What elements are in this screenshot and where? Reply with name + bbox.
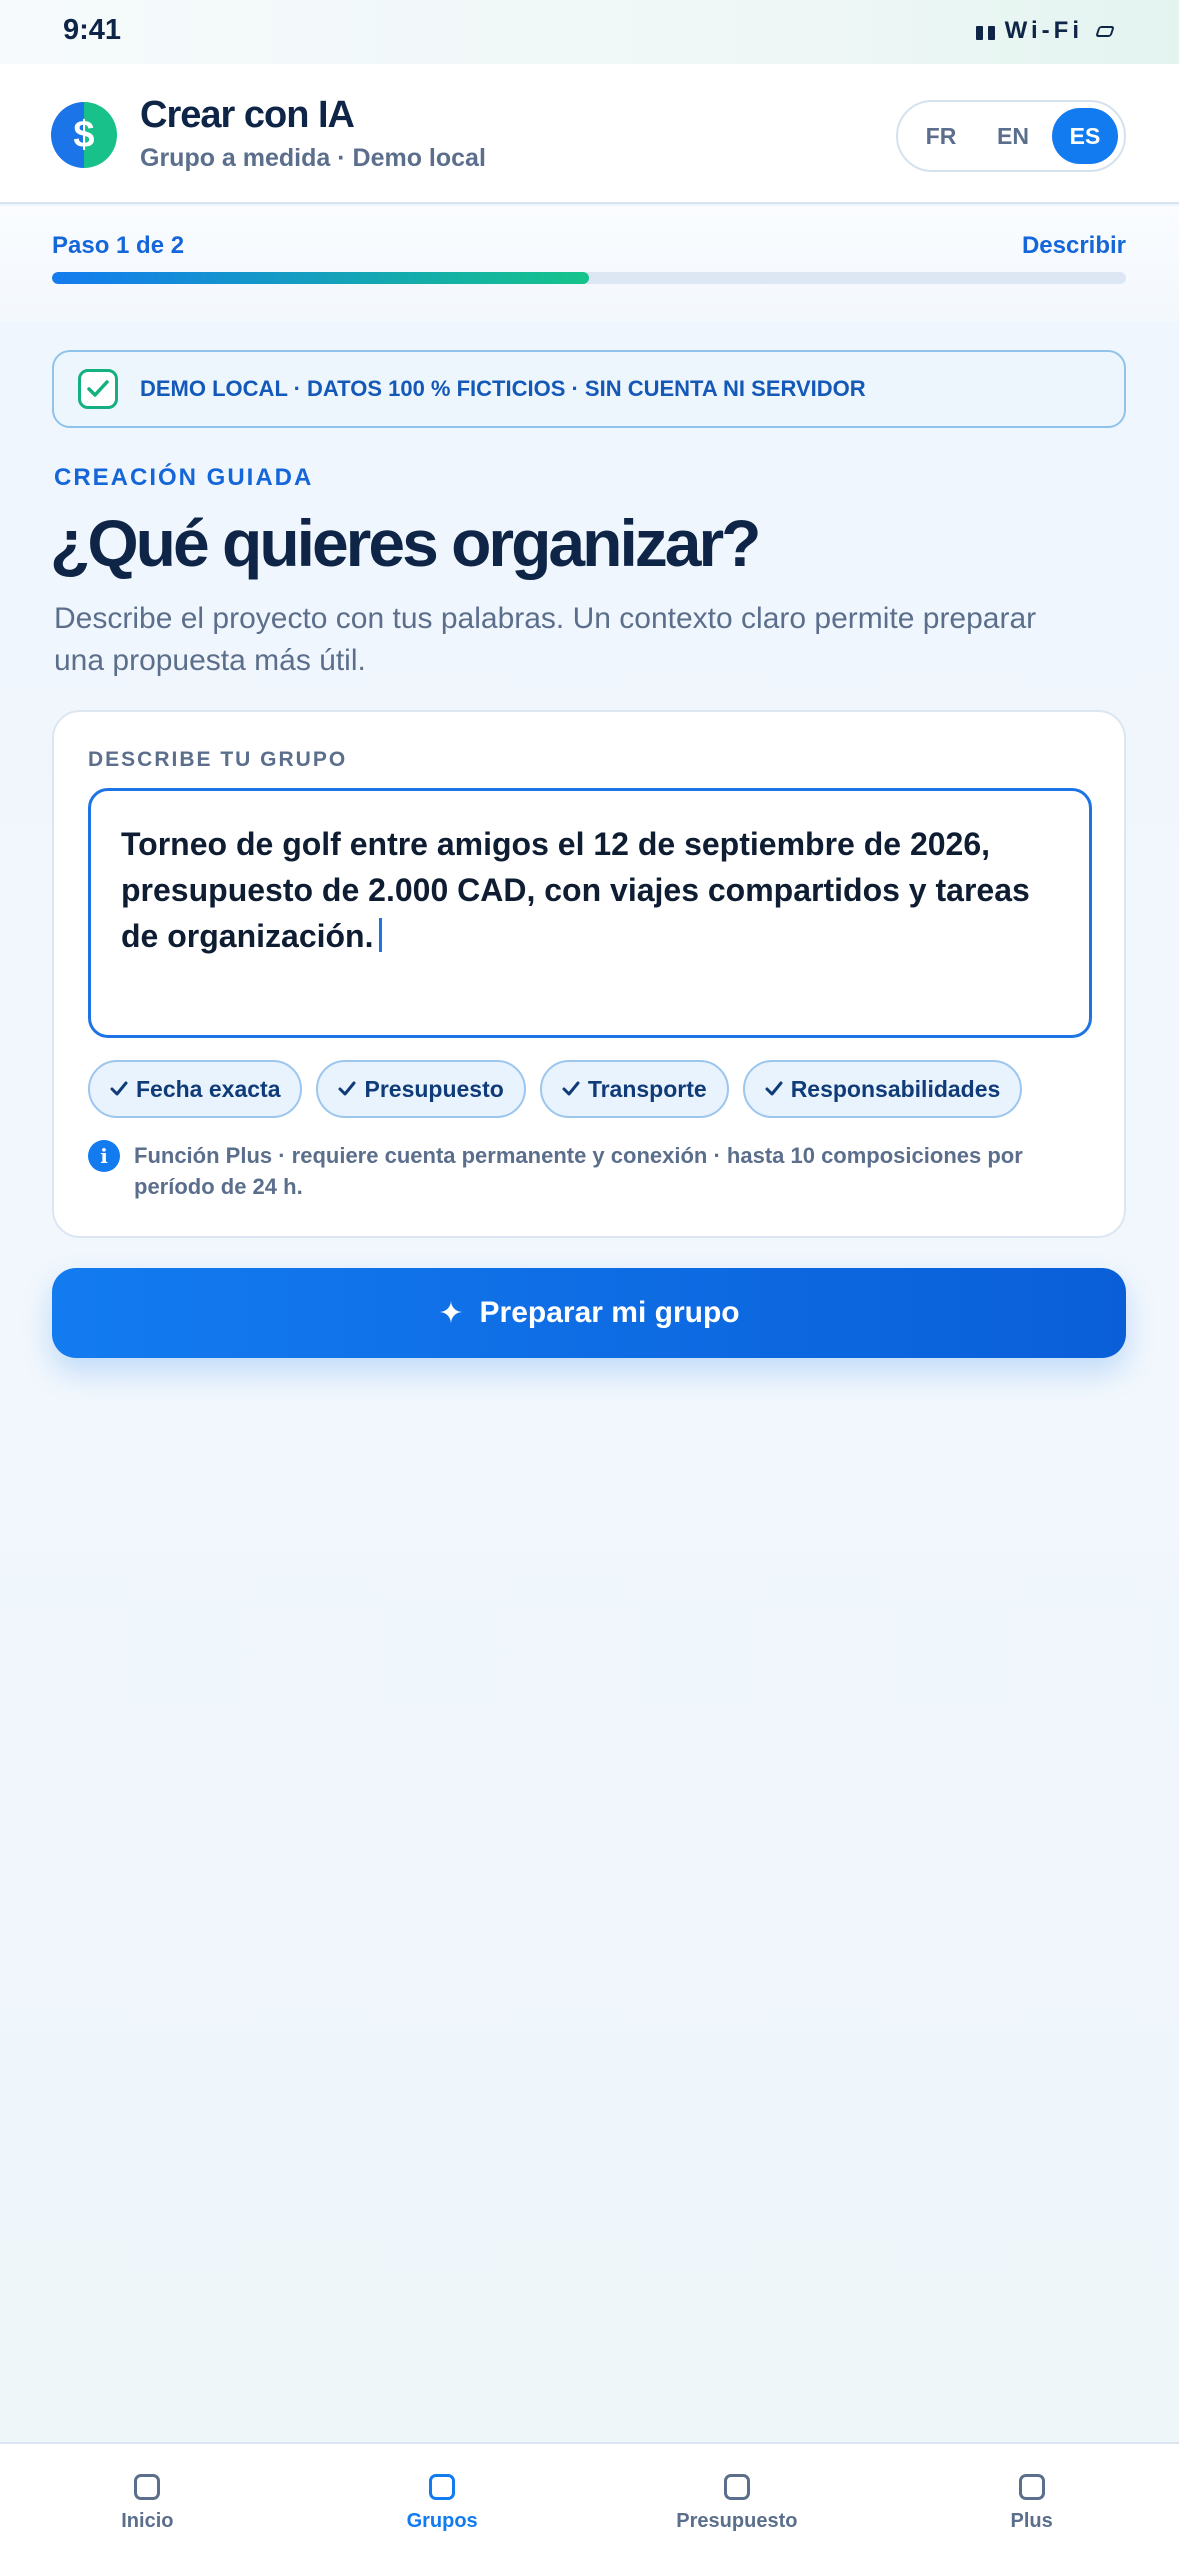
chip-label: Transporte (587, 1075, 707, 1102)
language-switcher: FR EN ES (896, 100, 1126, 172)
input-value: Torneo de golf entre amigos el 12 de sep… (121, 826, 1030, 954)
tab-bar: Inicio Grupos Presupuesto Plus (0, 2442, 1179, 2556)
check-icon (765, 1081, 783, 1097)
group-description-input[interactable]: Torneo de golf entre amigos el 12 de sep… (88, 788, 1092, 1038)
battery-icon (1095, 25, 1115, 37)
chip-transport[interactable]: Transporte (539, 1060, 729, 1118)
tab-grupos[interactable]: Grupos (295, 2444, 590, 2556)
intro-text: Describe el proyecto con tus palabras. U… (54, 602, 1037, 677)
step-progress: Paso 1 de 2 Describir (0, 206, 1179, 322)
checkbox-check-icon (78, 369, 118, 409)
describe-card: DESCRIBE TU GRUPO Torneo de golf entre a… (52, 710, 1126, 1238)
demo-banner-text: DEMO LOCAL · DATOS 100 % FICTICIOS · SIN… (140, 376, 866, 401)
chip-date[interactable]: Fecha exacta (88, 1060, 303, 1118)
lang-button-en[interactable]: EN (980, 108, 1046, 164)
demo-banner: DEMO LOCAL · DATOS 100 % FICTICIOS · SIN… (52, 350, 1126, 428)
step-counter: Paso 1 de 2 (52, 232, 185, 259)
lang-button-fr[interactable]: FR (908, 108, 974, 164)
chip-label: Presupuesto (364, 1075, 504, 1102)
chip-label: Responsabilidades (790, 1075, 1001, 1102)
plus-info: i Función Plus · requiere cuenta permane… (88, 1140, 1098, 1202)
chip-budget[interactable]: Presupuesto (316, 1060, 526, 1118)
main-heading: ¿Qué quieres organizar? (50, 506, 761, 580)
detected-chips: Fecha exacta Presupuesto Transporte Resp… (88, 1060, 1023, 1118)
status-time: 9:41 (63, 14, 122, 46)
budget-icon (723, 2474, 750, 2500)
home-icon (134, 2474, 161, 2500)
tab-label: Plus (1010, 2510, 1053, 2532)
plus-info-text: Función Plus · requiere cuenta permanent… (134, 1143, 1023, 1199)
groups-icon (429, 2474, 456, 2500)
tab-inicio[interactable]: Inicio (0, 2444, 295, 2556)
lang-button-es[interactable]: ES (1052, 108, 1118, 164)
plus-icon (1018, 2474, 1045, 2500)
app-logo-icon: $ (51, 102, 117, 168)
page-title: Crear con IA (140, 94, 355, 136)
progress-fill (52, 272, 589, 284)
describe-label: DESCRIBE TU GRUPO (88, 748, 348, 771)
text-caret (379, 918, 383, 952)
page-subtitle: Grupo a medida · Demo local (140, 144, 486, 172)
section-eyebrow: CREACIÓN GUIADA (54, 464, 314, 491)
step-name: Describir (1021, 232, 1126, 259)
tab-label: Presupuesto (676, 2510, 798, 2532)
app-header: $ Crear con IA Grupo a medida · Demo loc… (0, 64, 1179, 204)
info-icon: i (88, 1140, 120, 1172)
tab-plus[interactable]: Plus (884, 2444, 1179, 2556)
prepare-group-label: Preparar mi grupo (479, 1296, 740, 1329)
tab-label: Inicio (121, 2510, 174, 2532)
status-indicators: Wi-Fi (975, 17, 1115, 45)
prepare-group-button[interactable]: ✦ Preparar mi grupo (52, 1268, 1126, 1358)
network-label: Wi-Fi (1004, 17, 1083, 44)
progress-bar (52, 272, 1126, 284)
tab-presupuesto[interactable]: Presupuesto (590, 2444, 885, 2556)
sparkle-icon: ✦ (438, 1296, 464, 1330)
signal-icon (975, 22, 995, 40)
chip-responsibilities[interactable]: Responsabilidades (742, 1060, 1023, 1118)
check-icon (110, 1081, 128, 1097)
check-icon (562, 1081, 580, 1097)
tab-label: Grupos (406, 2510, 478, 2532)
check-icon (338, 1081, 356, 1097)
chip-label: Fecha exacta (136, 1075, 281, 1102)
status-bar: 9:41 Wi-Fi (0, 0, 1179, 64)
